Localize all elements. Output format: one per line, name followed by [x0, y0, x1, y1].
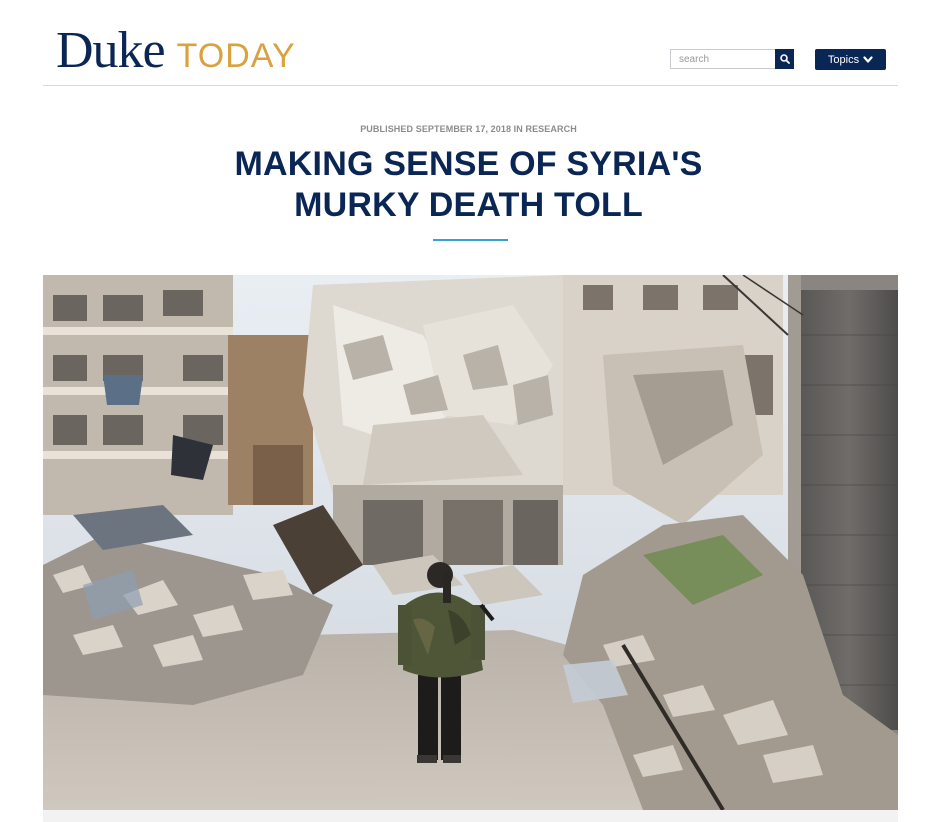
article-title: MAKING SENSE OF SYRIA'S MURKY DEATH TOLL — [150, 144, 787, 226]
search-input[interactable] — [670, 49, 775, 69]
topics-label: Topics — [827, 53, 860, 66]
article-meta: PUBLISHED SEPTEMBER 17, 2018 IN RESEARCH — [0, 124, 937, 134]
content-strip — [43, 810, 898, 822]
header-divider — [43, 85, 898, 86]
logo-today-text: TODAY — [176, 37, 296, 75]
search-form — [670, 49, 794, 69]
title-line-1: MAKING SENSE OF SYRIA'S — [234, 145, 703, 183]
site-header: Duke TODAY Topics — [0, 0, 937, 86]
title-underline — [433, 239, 508, 241]
logo-duke-text: Duke — [56, 22, 166, 79]
destroyed-street-photo — [43, 275, 898, 810]
published-date: SEPTEMBER 17, 2018 — [415, 124, 512, 134]
title-line-2: MURKY DEATH TOLL — [294, 186, 643, 224]
topics-button[interactable]: Topics — [815, 49, 886, 70]
in-label: IN — [513, 124, 523, 134]
magnifier-icon — [779, 54, 790, 64]
published-label: PUBLISHED — [360, 124, 414, 134]
search-button[interactable] — [775, 49, 794, 69]
chevron-down-icon — [863, 55, 873, 63]
duke-today-logo[interactable]: Duke TODAY — [56, 22, 296, 79]
category-link[interactable]: RESEARCH — [525, 124, 576, 134]
hero-image — [43, 275, 898, 810]
